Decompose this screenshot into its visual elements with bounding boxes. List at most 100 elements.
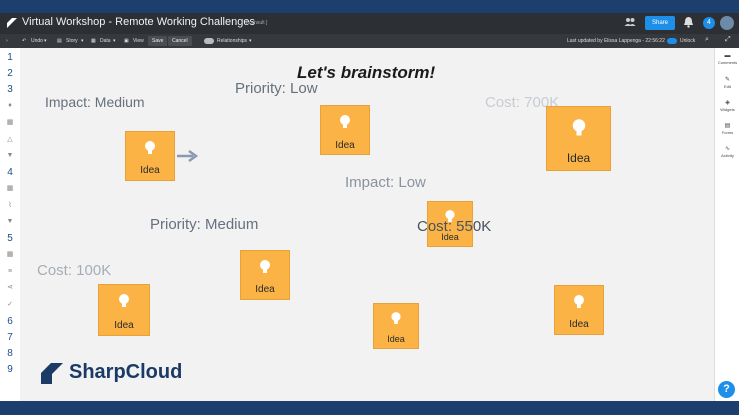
share-button[interactable]: Share xyxy=(645,16,675,30)
story-menu[interactable]: Story xyxy=(66,38,78,44)
chart-icon[interactable]: ⌇ xyxy=(6,202,14,210)
lightbulb-icon xyxy=(145,141,155,154)
idea-card[interactable]: Idea xyxy=(373,303,419,349)
notification-count: 4 xyxy=(707,19,711,26)
unlock-label[interactable]: Unlock xyxy=(680,38,695,44)
idea-card-label: Idea xyxy=(566,151,591,165)
story-icon: ▤ xyxy=(57,38,62,44)
lightbulb-icon xyxy=(340,115,350,128)
table-icon[interactable]: ▦ xyxy=(6,119,14,127)
last-updated-text: Last updated by Elissa Lappenga - 22:56:… xyxy=(567,38,665,44)
lightbulb-icon xyxy=(572,119,585,136)
idea-card[interactable]: Idea xyxy=(546,106,611,171)
chevron-down-icon[interactable]: ▾ xyxy=(81,38,84,44)
cube-icon: ◈ xyxy=(725,100,730,106)
row-number[interactable]: 2 xyxy=(0,68,20,79)
window-subtitle: [ consult ] xyxy=(246,20,268,26)
sharpcloud-logo-icon xyxy=(41,363,63,384)
row-number[interactable]: 6 xyxy=(0,316,20,327)
idea-card-label: Idea xyxy=(140,165,160,176)
widgets-panel-button[interactable]: ◈ Widgets xyxy=(715,100,739,112)
lightbulb-icon xyxy=(574,295,584,308)
bulb-icon[interactable]: ♦ xyxy=(6,102,14,110)
bottom-frame xyxy=(0,401,739,415)
view-menu[interactable]: View xyxy=(133,38,144,44)
cancel-button[interactable]: Cancel xyxy=(168,36,192,46)
list-icon[interactable]: ≡ xyxy=(6,268,14,276)
filter-icon[interactable]: ▼ xyxy=(6,152,14,160)
undo-menu[interactable]: Undo xyxy=(31,38,43,44)
chevron-down-icon[interactable]: ▾ xyxy=(113,38,116,44)
activity-label: Activity xyxy=(721,153,734,158)
idea-card-label: Idea xyxy=(255,284,275,295)
row-number-panel: 1 2 3 ♦ ▦ △ ▼ 4 ▦ ⌇ ▼ 5 ▦ ≡ ⋖ ✓ 6 7 8 9 xyxy=(0,48,21,401)
idea-card-label: Idea xyxy=(114,320,134,331)
row-number[interactable]: 3 xyxy=(0,84,20,95)
forms-panel-button[interactable]: ▤ Forms xyxy=(715,123,739,135)
avatar[interactable] xyxy=(720,16,734,30)
lightbulb-icon xyxy=(119,294,129,307)
data-menu[interactable]: Data xyxy=(100,38,111,44)
row-number[interactable]: 1 xyxy=(0,52,20,63)
chevron-down-icon[interactable]: ▾ xyxy=(249,38,252,44)
idea-card-label: Idea xyxy=(335,140,355,151)
warning-icon[interactable]: △ xyxy=(6,136,14,144)
idea-card[interactable]: Idea xyxy=(320,105,370,155)
comments-label: Comments xyxy=(717,60,738,65)
label-impact-low: Impact: Low xyxy=(345,174,426,191)
idea-card-label: Idea xyxy=(387,334,405,344)
lightbulb-icon xyxy=(260,260,270,273)
title-bar: Virtual Workshop - Remote Working Challe… xyxy=(0,13,739,34)
app-logo-icon xyxy=(6,17,18,29)
search-icon[interactable]: ⌕ xyxy=(705,36,709,44)
idea-card[interactable]: Idea xyxy=(98,284,150,336)
idea-card-label: Idea xyxy=(569,319,589,330)
row-number[interactable]: 9 xyxy=(0,364,20,375)
relationship-arrow[interactable] xyxy=(176,149,198,163)
relationships-toggle[interactable] xyxy=(204,38,214,44)
chevron-down-icon[interactable]: ▾ xyxy=(44,38,47,44)
check-icon[interactable]: ✓ xyxy=(6,301,14,309)
label-priority-medium: Priority: Medium xyxy=(150,216,259,233)
pulse-icon: ∿ xyxy=(724,146,731,152)
form-icon: ▤ xyxy=(724,123,731,129)
idea-card[interactable]: Idea xyxy=(554,285,604,335)
filter-icon[interactable]: ▼ xyxy=(6,218,14,226)
help-button[interactable]: ? xyxy=(718,381,735,398)
notification-badge[interactable]: 4 xyxy=(703,17,715,29)
edit-panel-button[interactable]: ✎ Edit xyxy=(715,77,739,89)
undo-icon: ↶ xyxy=(22,38,27,44)
unlock-toggle[interactable] xyxy=(667,38,677,44)
window-title: Virtual Workshop - Remote Working Challe… xyxy=(22,16,255,28)
comment-icon: ▬ xyxy=(724,53,731,59)
table-icon[interactable]: ▦ xyxy=(6,251,14,259)
row-number[interactable]: 8 xyxy=(0,348,20,359)
idea-card[interactable]: Idea xyxy=(125,131,175,181)
share-label: Share xyxy=(651,20,668,26)
relationships-label[interactable]: Relationships xyxy=(217,38,247,44)
activity-panel-button[interactable]: ∿ Activity xyxy=(715,146,739,158)
row-number[interactable]: 5 xyxy=(0,233,20,244)
pencil-icon: ✎ xyxy=(724,77,731,83)
view-icon: ▣ xyxy=(124,38,129,44)
comments-panel-button[interactable]: ▬ Comments xyxy=(715,53,739,65)
chevron-right-icon[interactable]: › xyxy=(6,38,8,44)
edit-label: Edit xyxy=(724,84,731,89)
label-cost-100k: Cost: 100K xyxy=(37,262,112,279)
label-cost-550k: Cost: 550K xyxy=(417,218,492,235)
expand-icon[interactable]: ⤢ xyxy=(725,36,731,44)
label-priority-low: Priority: Low xyxy=(235,80,318,97)
row-number[interactable]: 7 xyxy=(0,332,20,343)
lightbulb-icon xyxy=(391,312,401,324)
share-nodes-icon[interactable]: ⋖ xyxy=(6,284,14,292)
widgets-label: Widgets xyxy=(720,107,735,112)
brand-name: SharpCloud xyxy=(69,361,183,383)
row-number[interactable]: 4 xyxy=(0,167,20,178)
bell-icon[interactable] xyxy=(683,16,694,28)
idea-card[interactable]: Idea xyxy=(240,250,290,300)
toolbar: › ↶ Undo ▾ ▤ Story ▾ ▦ Data ▾ ▣ View Sav… xyxy=(0,34,739,48)
table-icon[interactable]: ▦ xyxy=(6,185,14,193)
save-button[interactable]: Save xyxy=(148,36,168,46)
users-icon[interactable] xyxy=(624,16,636,28)
label-impact-medium: Impact: Medium xyxy=(45,94,145,110)
